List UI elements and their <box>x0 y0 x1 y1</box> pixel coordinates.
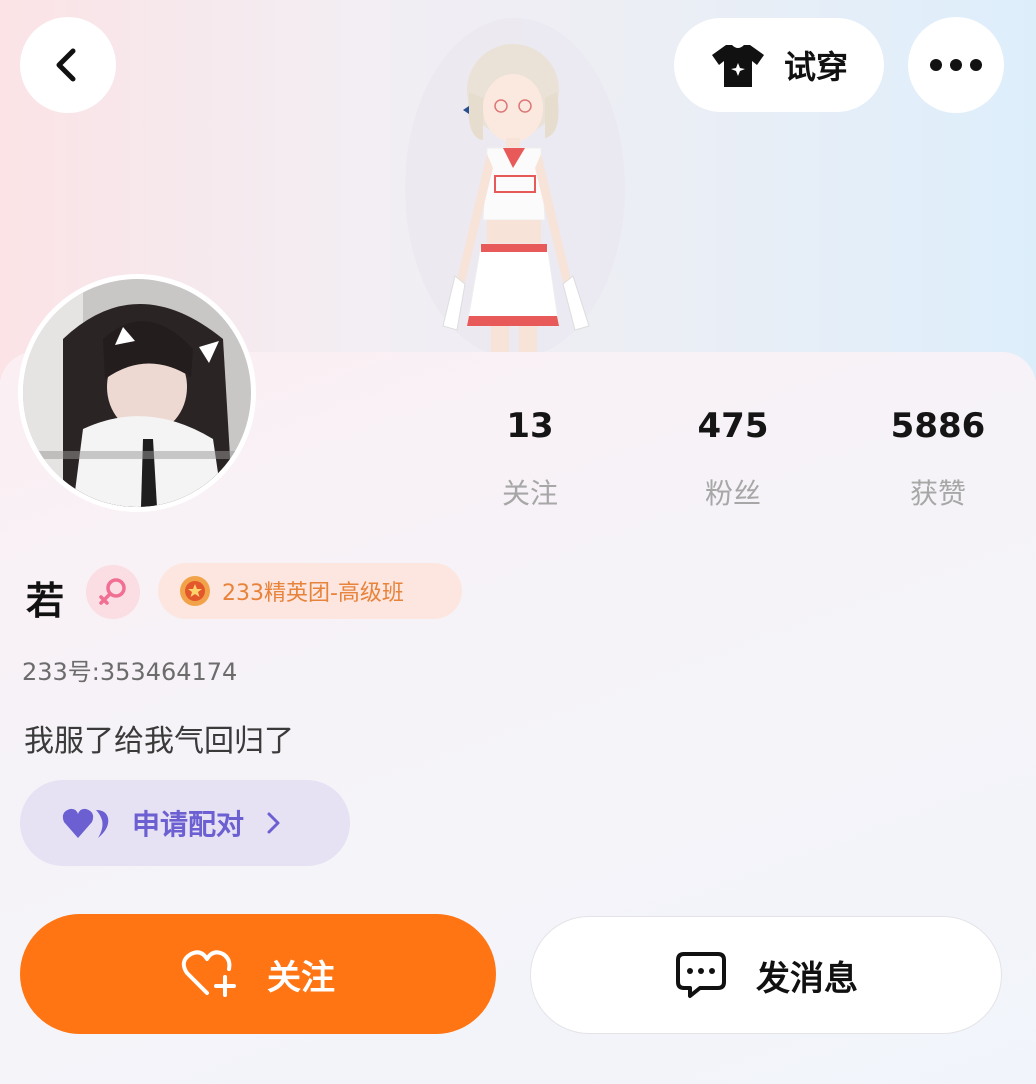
try-on-button[interactable]: 试穿 <box>674 18 884 112</box>
badge-text: 233精英团-高级班 <box>222 581 404 606</box>
gender-badge <box>86 565 140 619</box>
female-icon <box>99 578 126 605</box>
chat-bubble-icon <box>676 952 726 998</box>
stat-fans-label: 粉丝 <box>704 477 761 510</box>
tshirt-icon <box>711 45 764 87</box>
avatar[interactable] <box>18 274 256 512</box>
send-message-button[interactable]: 发消息 <box>530 916 1002 1034</box>
stat-fans[interactable]: 475 粉丝 <box>653 406 813 512</box>
profile-bio: 我服了给我气回归了 <box>24 724 294 759</box>
more-button[interactable] <box>908 17 1004 113</box>
heart-plus-icon <box>181 950 236 997</box>
apply-pair-label: 申请配对 <box>132 808 245 841</box>
stat-following[interactable]: 13 关注 <box>450 406 610 512</box>
stat-following-value: 13 <box>506 406 554 446</box>
try-on-label: 试穿 <box>783 48 848 86</box>
stat-likes[interactable]: 5886 获赞 <box>858 406 1018 512</box>
back-button[interactable] <box>20 17 116 113</box>
stat-likes-label: 获赞 <box>909 477 966 510</box>
avatar-3d-figure[interactable] <box>395 8 635 356</box>
stat-likes-value: 5886 <box>890 406 986 446</box>
chevron-left-icon <box>56 48 76 82</box>
avatar-photo <box>23 279 251 507</box>
hearts-icon <box>62 808 109 838</box>
stat-fans-value: 475 <box>697 406 769 446</box>
more-dots-icon <box>930 59 982 71</box>
follow-label: 关注 <box>267 957 335 998</box>
send-message-label: 发消息 <box>756 958 858 999</box>
profile-name: 若 <box>26 579 65 623</box>
apply-pair-button[interactable]: 申请配对 <box>20 780 350 866</box>
membership-badge[interactable]: 233精英团-高级班 <box>158 563 462 619</box>
stat-following-label: 关注 <box>501 477 558 510</box>
medal-icon <box>180 576 210 606</box>
user-id[interactable]: 233号:353464174 <box>22 652 237 687</box>
chevron-right-icon <box>267 812 280 834</box>
follow-button[interactable]: 关注 <box>20 914 496 1034</box>
